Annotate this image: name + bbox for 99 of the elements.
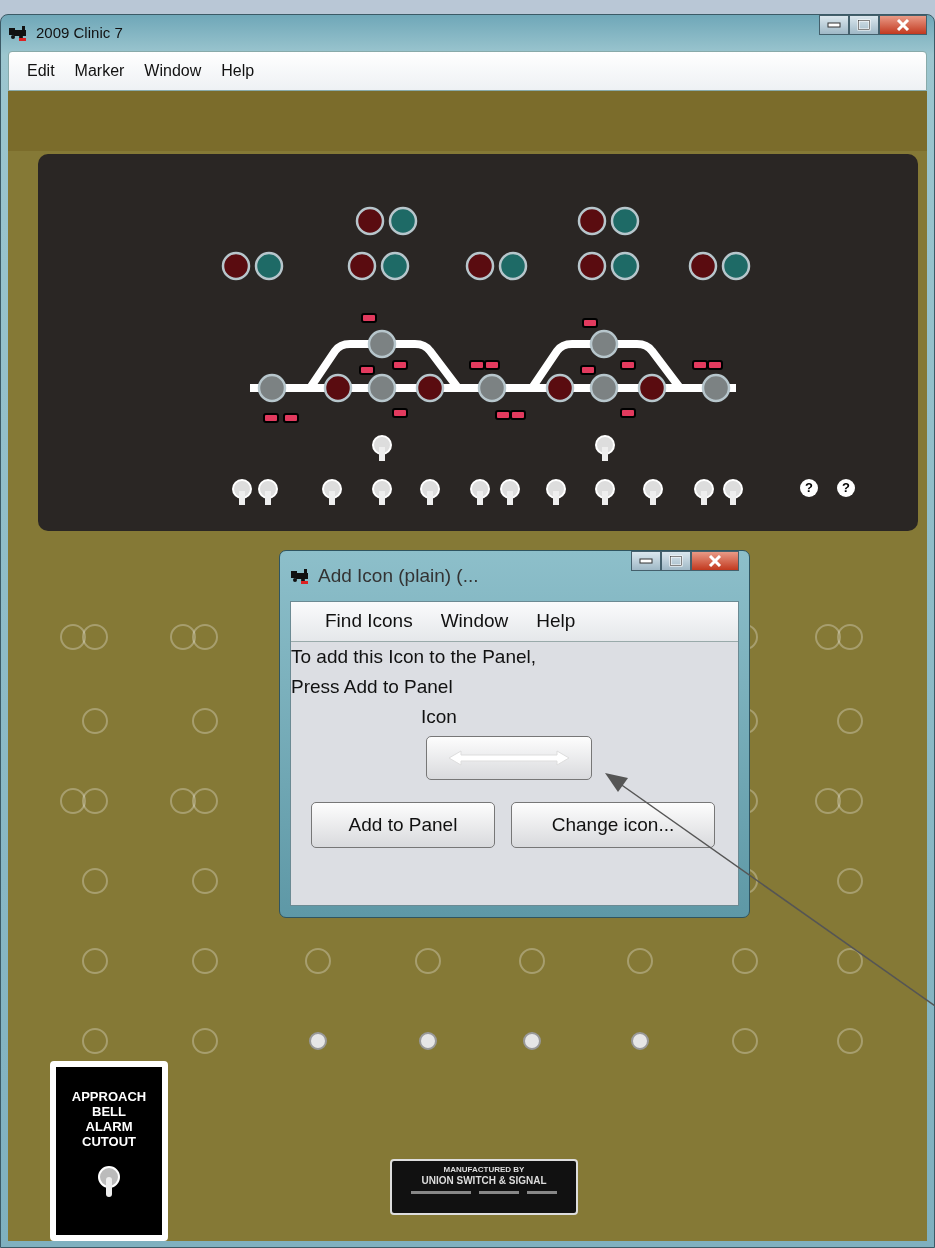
indicator-icon xyxy=(582,318,598,328)
plate-label: MANUFACTURED BY xyxy=(442,1165,526,1175)
menu-item[interactable]: Help xyxy=(522,607,590,636)
engraved-line xyxy=(479,1191,519,1194)
signal-lamp-icon xyxy=(688,251,718,281)
indicator-icon xyxy=(692,360,708,370)
signal-lamp-icon xyxy=(254,251,284,281)
indicator-icon xyxy=(707,360,723,370)
plate-label: CUTOUT xyxy=(81,1134,137,1149)
toggle-switch-icon xyxy=(372,435,392,461)
signal-lamp-icon xyxy=(545,373,575,403)
toggle-switch-icon[interactable] xyxy=(97,1165,121,1199)
indicator-icon xyxy=(580,365,596,375)
signal-lamp-icon xyxy=(415,373,445,403)
knob-icon xyxy=(523,1032,541,1050)
signal-lamp-icon xyxy=(610,251,640,281)
indicator-icon xyxy=(392,408,408,418)
minimize-icon xyxy=(827,22,841,28)
knob-icon xyxy=(419,1032,437,1050)
toggle-switch-icon xyxy=(232,479,252,505)
plate-label: ALARM xyxy=(84,1119,134,1134)
signal-lamp-icon xyxy=(589,373,619,403)
toggle-switch-icon xyxy=(546,479,566,505)
signal-lamp-icon xyxy=(367,373,397,403)
indicator-icon xyxy=(620,360,636,370)
menu-item[interactable]: Find Icons xyxy=(311,607,427,636)
signal-lamp-icon xyxy=(577,206,607,236)
instruction-text: To add this Icon to the Panel, xyxy=(291,645,538,669)
signal-lamp-icon xyxy=(465,251,495,281)
toggle-switch-icon xyxy=(470,479,490,505)
menu-item[interactable]: Marker xyxy=(64,59,135,83)
knob-icon xyxy=(309,1032,327,1050)
minimize-button[interactable] xyxy=(631,551,661,571)
signal-lamp-icon xyxy=(388,206,418,236)
maximize-button[interactable] xyxy=(661,551,691,571)
toggle-switch-icon xyxy=(595,435,615,461)
indicator-icon xyxy=(283,413,299,423)
indicator-icon xyxy=(361,313,377,323)
indicator-icon xyxy=(263,413,279,423)
signal-lamp-icon xyxy=(221,251,251,281)
signal-lamp-icon xyxy=(701,373,731,403)
indicator-icon xyxy=(484,360,500,370)
indicator-icon xyxy=(359,365,375,375)
plate-label: BELL xyxy=(91,1104,127,1119)
minimize-icon xyxy=(639,558,653,564)
toggle-switch-icon xyxy=(723,479,743,505)
toggle-switch-icon xyxy=(595,479,615,505)
menu-item[interactable]: Window xyxy=(134,59,212,83)
toggle-switch-icon xyxy=(694,479,714,505)
toggle-switch-icon xyxy=(420,479,440,505)
knob-icon xyxy=(631,1032,649,1050)
plate-label: UNION SWITCH & SIGNAL xyxy=(420,1175,548,1187)
engraved-line xyxy=(411,1191,471,1194)
double-arrow-icon xyxy=(447,750,571,766)
indicator-icon xyxy=(469,360,485,370)
icon-label: Icon xyxy=(420,705,458,729)
icon-preview-button[interactable] xyxy=(426,736,592,780)
indicator-icon xyxy=(620,408,636,418)
toggle-switch-icon xyxy=(258,479,278,505)
signal-lamp-icon xyxy=(498,251,528,281)
close-button[interactable] xyxy=(691,551,739,571)
close-icon xyxy=(896,19,910,31)
indicator-icon xyxy=(510,410,526,420)
signal-lamp-icon xyxy=(323,373,353,403)
signal-lamp-icon xyxy=(637,373,667,403)
signal-lamp-icon xyxy=(477,373,507,403)
window-title: 2009 Clinic 7 xyxy=(36,22,124,43)
maximize-icon xyxy=(669,555,683,567)
maximize-icon xyxy=(857,19,871,31)
signal-lamp-icon xyxy=(367,329,397,359)
signal-lamp-icon xyxy=(577,251,607,281)
maximize-button[interactable] xyxy=(849,15,879,35)
signal-lamp-icon xyxy=(589,329,619,359)
signal-lamp-icon xyxy=(347,251,377,281)
locomotive-icon xyxy=(290,568,310,584)
instruction-text: Press Add to Panel xyxy=(291,675,454,699)
close-icon xyxy=(708,555,722,567)
locomotive-icon xyxy=(8,25,28,41)
menu-item[interactable]: Help xyxy=(211,59,265,83)
indicator-icon xyxy=(495,410,511,420)
menu-item[interactable]: Edit xyxy=(17,59,65,83)
dialog-title: Add Icon (plain) (... xyxy=(318,563,480,588)
dialog-button[interactable]: Change icon... xyxy=(511,802,715,848)
close-button[interactable] xyxy=(879,15,927,35)
plate-label: APPROACH xyxy=(70,1089,148,1104)
signal-lamp-icon xyxy=(355,206,385,236)
toggle-switch-icon xyxy=(372,479,392,505)
engraved-line xyxy=(527,1191,557,1194)
signal-lamp-icon xyxy=(257,373,287,403)
signal-lamp-icon xyxy=(610,206,640,236)
minimize-button[interactable] xyxy=(819,15,849,35)
indicator-icon xyxy=(392,360,408,370)
toggle-switch-icon xyxy=(322,479,342,505)
dialog-button[interactable]: Add to Panel xyxy=(311,802,495,848)
signal-lamp-icon xyxy=(721,251,751,281)
toggle-switch-icon xyxy=(500,479,520,505)
toggle-switch-icon xyxy=(643,479,663,505)
menu-item[interactable]: Window xyxy=(426,607,523,636)
signal-lamp-icon xyxy=(380,251,410,281)
